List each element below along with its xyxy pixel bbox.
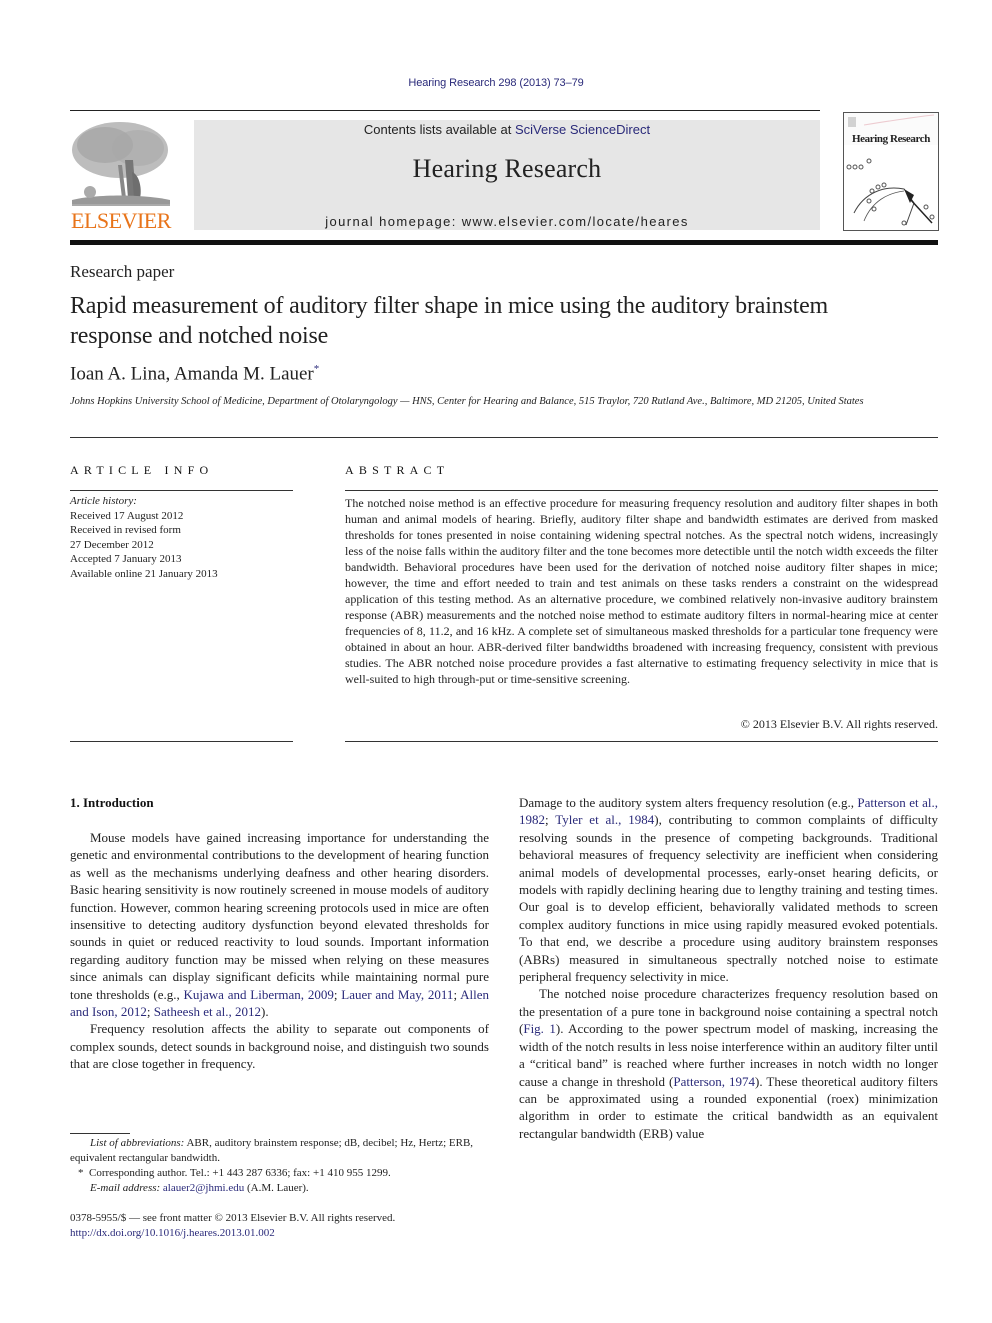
paragraph-text: Mouse models have gained increasing impo…: [70, 830, 489, 1002]
article-title: Rapid measurement of auditory filter sha…: [70, 293, 828, 349]
journal-name: Hearing Research: [412, 154, 602, 183]
journal-homepage[interactable]: journal homepage: www.elsevier.com/locat…: [194, 214, 820, 229]
paragraph: Frequency resolution affects the ability…: [70, 1021, 489, 1072]
history-item: 27 December 2012: [70, 538, 154, 551]
corr-text: Corresponding author. Tel.: +1 443 287 6…: [89, 1167, 391, 1179]
paragraph-text: Damage to the auditory system alters fre…: [519, 795, 858, 810]
citation-link[interactable]: Lauer and May, 2011: [341, 987, 453, 1002]
affiliation: Johns Hopkins University School of Medic…: [70, 396, 864, 407]
citation-link[interactable]: Tyler et al., 1984: [555, 812, 654, 827]
sciencedirect-link[interactable]: SciVerse ScienceDirect: [515, 122, 650, 137]
history-item: Received in revised form: [70, 524, 181, 536]
footnote-rule: [70, 1133, 130, 1134]
abstract-rule: [345, 490, 938, 491]
citation-link[interactable]: Kujawa and Liberman, 2009: [184, 987, 334, 1002]
history-item: Received 17 August 2012: [70, 509, 184, 522]
article-info-heading: ARTICLE INFO: [70, 463, 214, 477]
article-info-bottom-rule: [70, 741, 293, 742]
issn-line: 0378-5955/$ — see front matter © 2013 El…: [70, 1212, 396, 1224]
cover-artwork-icon: [844, 113, 938, 226]
history-item: Available online 21 January 2013: [70, 567, 218, 580]
abstract-text: The notched noise method is an effective…: [345, 496, 938, 686]
paragraph: The notched noise procedure characterize…: [519, 985, 938, 1142]
abstract-heading: ABSTRACT: [345, 463, 450, 477]
contents-availability: Contents lists available at SciVerse Sci…: [194, 122, 820, 137]
paragraph: Damage to the auditory system alters fre…: [519, 795, 939, 985]
citation-link[interactable]: Patterson, 1974: [673, 1074, 755, 1089]
publication-info: 0378-5955/$ — see front matter © 2013 El…: [70, 1211, 490, 1241]
email-label: E-mail address:: [90, 1182, 161, 1194]
corresponding-footnote: * Corresponding author. Tel.: +1 443 287…: [70, 1166, 490, 1181]
figure-link[interactable]: Fig. 1: [523, 1021, 556, 1036]
contents-prefix: Contents lists available at: [363, 122, 515, 137]
article-type: Research paper: [70, 262, 175, 281]
abbreviations-footnote: List of abbreviations: ABR, auditory bra…: [70, 1136, 490, 1166]
header-divider: [70, 437, 938, 438]
article-info-rule: [70, 490, 293, 491]
elsevier-wordmark: ELSEVIER: [71, 208, 171, 233]
email-footnote: E-mail address: alauer2@jhmi.edu (A.M. L…: [70, 1181, 490, 1196]
citation-link[interactable]: Satheesh et al., 2012: [154, 1004, 261, 1019]
paragraph: Mouse models have gained increasing impo…: [70, 830, 490, 1020]
corresponding-author-mark[interactable]: *: [314, 363, 320, 375]
history-label: Article history:: [70, 495, 137, 507]
paragraph-text: ), contributing to common complaints of …: [519, 812, 938, 985]
article-history: Article history: Received 17 August 2012…: [70, 494, 295, 581]
running-head[interactable]: Hearing Research 298 (2013) 73–79: [0, 77, 992, 89]
journal-cover[interactable]: Hearing Research: [843, 112, 939, 231]
masthead-rule: [70, 240, 938, 245]
paragraph-text: ).: [261, 1004, 269, 1020]
author-list: Ioan A. Lina, Amanda M. Lauer*: [70, 363, 319, 385]
left-column: Mouse models have gained increasing impo…: [70, 829, 489, 1073]
doi-link[interactable]: http://dx.doi.org/10.1016/j.heares.2013.…: [70, 1227, 275, 1239]
abstract-bottom-rule: [345, 741, 938, 742]
journal-banner: Contents lists available at SciVerse Sci…: [194, 120, 820, 230]
elsevier-logo[interactable]: ELSEVIER: [70, 120, 172, 232]
footnotes: List of abbreviations: ABR, auditory bra…: [70, 1136, 490, 1196]
top-rule: [70, 110, 820, 111]
email-suffix: (A.M. Lauer).: [244, 1182, 309, 1194]
section-heading-introduction: 1. Introduction: [70, 795, 154, 810]
cover-title: Hearing Research: [851, 133, 931, 145]
corr-mark: *: [78, 1167, 84, 1179]
abstract-copyright: © 2013 Elsevier B.V. All rights reserved…: [740, 717, 938, 731]
tree-icon: [70, 120, 172, 208]
abbrev-label: List of abbreviations:: [90, 1137, 185, 1149]
authors-text: Ioan A. Lina, Amanda M. Lauer: [70, 363, 314, 385]
right-column: Damage to the auditory system alters fre…: [519, 794, 938, 1142]
history-item: Accepted 7 January 2013: [70, 553, 182, 565]
email-link[interactable]: alauer2@jhmi.edu: [163, 1182, 244, 1194]
